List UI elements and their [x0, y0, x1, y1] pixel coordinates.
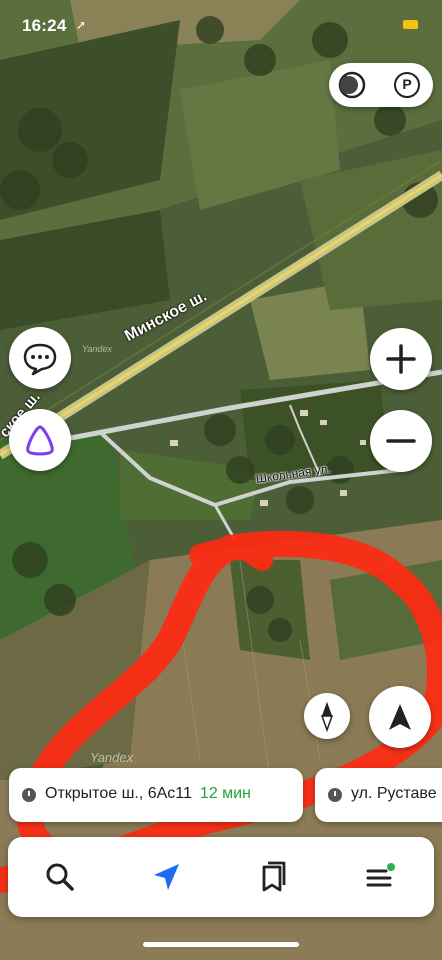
suggestion-chip[interactable]: ул. Руставе [315, 768, 442, 822]
search-icon [46, 863, 74, 891]
chat-icon [23, 343, 57, 376]
zoom-out-button[interactable] [370, 410, 432, 472]
notification-dot [387, 863, 395, 871]
alice-assistant-button[interactable] [9, 409, 71, 471]
suggestion-text: ул. Руставе [351, 785, 437, 803]
alice-icon [26, 425, 54, 456]
compass-icon [320, 702, 334, 733]
home-indicator [143, 942, 299, 947]
search-button[interactable] [40, 857, 80, 897]
suggestion-eta: 12 мин [199, 785, 251, 802]
route-icon [154, 864, 179, 890]
zoom-in-button[interactable] [370, 328, 432, 390]
layers-parking-pill: P [329, 63, 433, 107]
navigation-arrow-icon [389, 704, 411, 730]
menu-icon [366, 863, 395, 887]
battery-icon [403, 20, 418, 29]
minus-icon [386, 439, 416, 443]
my-location-button[interactable] [369, 686, 431, 748]
compass-button[interactable] [304, 693, 350, 739]
suggestion-text: Открытое ш., 6Ас11 12 мин [45, 785, 251, 803]
status-time: 16:24 [22, 16, 67, 35]
suggestion-address: Открытое ш., 6Ас11 [45, 785, 192, 802]
map-watermark: Yandex [90, 750, 134, 765]
map-watermark: Yandex [82, 344, 112, 354]
location-arrow-icon: ➚ [76, 18, 87, 32]
parking-icon[interactable]: P [394, 72, 420, 98]
clock-icon [328, 788, 342, 802]
menu-button[interactable] [360, 857, 400, 897]
suggestion-address: ул. Руставе [351, 785, 437, 802]
bookmarks-button[interactable] [252, 857, 292, 897]
bookmarks-icon [262, 861, 286, 892]
bottom-toolbar [8, 837, 434, 917]
route-button[interactable] [146, 857, 186, 897]
layers-icon[interactable] [337, 70, 367, 100]
clock-icon [22, 788, 36, 802]
plus-icon [386, 344, 416, 374]
chat-button[interactable] [9, 327, 71, 389]
suggestion-chip[interactable]: Открытое ш., 6Ас11 12 мин [9, 768, 303, 822]
